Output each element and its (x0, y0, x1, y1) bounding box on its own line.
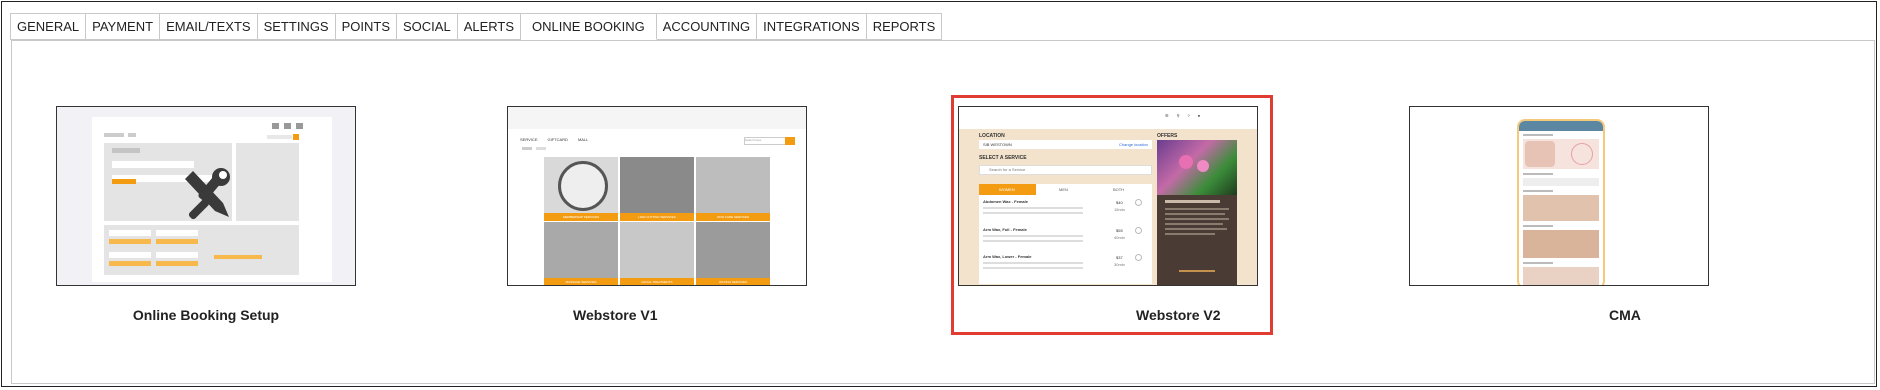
v1-nav: SERVICE GIFTCARD MALL (520, 137, 588, 142)
tab-integrations[interactable]: INTEGRATIONS (757, 13, 867, 40)
v2-service-name: Abdomen Wax - Female (983, 199, 1028, 204)
v1-tile-label: WAXING SERVICES (696, 278, 770, 285)
menu-icon[interactable]: ☰ (1165, 113, 1169, 118)
v2-service-duration: 40min (1114, 235, 1125, 240)
v1-tile-label: SKIN CARE SERVICES (696, 213, 770, 221)
v1-tile: FACIAL TREATMENTS (620, 222, 694, 285)
v1-tile-label: FACIAL TREATMENTS (620, 278, 694, 285)
v1-search: Search here (744, 137, 786, 145)
v1-nav-giftcard: GIFTCARD (547, 137, 568, 142)
phone-mockup (1517, 119, 1605, 285)
tab-social[interactable]: SOCIAL (397, 13, 458, 40)
v2-segment-men: MEN (1059, 187, 1068, 192)
v2-change-location: Change location (1119, 142, 1148, 147)
v1-tile: MEMBERSHIP SERVICES (544, 157, 618, 221)
v1-nav-service: SERVICE (520, 137, 538, 142)
v2-location-value: SIB WESTOWN (983, 142, 1012, 147)
v2-segment-both: BOTH (1113, 187, 1125, 192)
help-icon[interactable]: ? (1188, 113, 1190, 118)
v2-location-label: LOCATION (979, 133, 1005, 139)
v1-nav-mall: MALL (577, 137, 589, 142)
v2-top-icons: ☰ ⚲ ? ● (1165, 113, 1200, 118)
v1-tile-label: HAIR CUTTING SERVICES (620, 213, 694, 221)
card-label: Webstore V1 (573, 307, 658, 323)
card-label: CMA (1609, 307, 1641, 323)
v2-service-name: Arm Wax, Full - Female (983, 227, 1027, 232)
v1-tile-label: MASSAGE SERVICES (544, 278, 618, 285)
v1-tile: HAIR CUTTING SERVICES (620, 157, 694, 221)
v1-tile-label: MEMBERSHIP SERVICES (544, 213, 618, 221)
card-label: Online Booking Setup (132, 307, 280, 323)
tab-online-booking[interactable]: ONLINE BOOKING (521, 13, 657, 40)
v2-service-name: Arm Wax, Lower - Female (983, 254, 1032, 259)
tab-accounting[interactable]: ACCOUNTING (656, 13, 758, 40)
tools-icon (185, 168, 230, 220)
tab-settings[interactable]: SETTINGS (257, 13, 336, 40)
webstore-v1-thumbnail: SERVICE GIFTCARD MALL Search here MEMBER… (507, 106, 807, 286)
webstore-v2-thumbnail: ☰ ⚲ ? ● LOCATION OFFERS SIB WESTOWN Chan… (958, 106, 1258, 286)
location-pin-icon[interactable]: ⚲ (1177, 113, 1180, 118)
v1-tile: SKIN CARE SERVICES (696, 157, 770, 221)
v2-offers-label: OFFERS (1157, 133, 1178, 139)
user-icon[interactable]: ● (1198, 113, 1200, 118)
online-booking-setup-thumbnail (56, 106, 356, 286)
tab-alerts[interactable]: ALERTS (457, 13, 522, 40)
tab-general[interactable]: GENERAL (10, 13, 87, 40)
tab-points[interactable]: POINTS (335, 13, 398, 40)
tab-bar: GENERAL PAYMENT EMAIL/TEXTS SETTINGS POI… (10, 13, 943, 40)
member-stamp-icon (558, 161, 608, 211)
v2-search-placeholder: Search for a Service (989, 167, 1026, 172)
v2-select-service: SELECT A SERVICE (979, 155, 1027, 161)
tab-reports[interactable]: REPORTS (866, 13, 943, 40)
tab-email-texts[interactable]: EMAIL/TEXTS (160, 13, 258, 40)
v2-service-duration: 15min (1114, 207, 1125, 212)
settings-window: GENERAL PAYMENT EMAIL/TEXTS SETTINGS POI… (1, 1, 1877, 387)
v2-service-price: $37 (1116, 255, 1123, 260)
card-label: Webstore V2 (1136, 307, 1221, 323)
v2-service-price: $40 (1116, 200, 1123, 205)
v2-service-duration: 30min (1114, 262, 1125, 267)
v2-segment-women: WOMEN (999, 187, 1015, 192)
v1-tile: WAXING SERVICES (696, 222, 770, 285)
v1-search-placeholder: Search here (745, 138, 762, 142)
v2-service-price: $55 (1116, 228, 1123, 233)
v2-offer-panel (1157, 140, 1237, 285)
tab-payment[interactable]: PAYMENT (86, 13, 161, 40)
v1-tile: MASSAGE SERVICES (544, 222, 618, 285)
cma-thumbnail (1409, 106, 1709, 286)
